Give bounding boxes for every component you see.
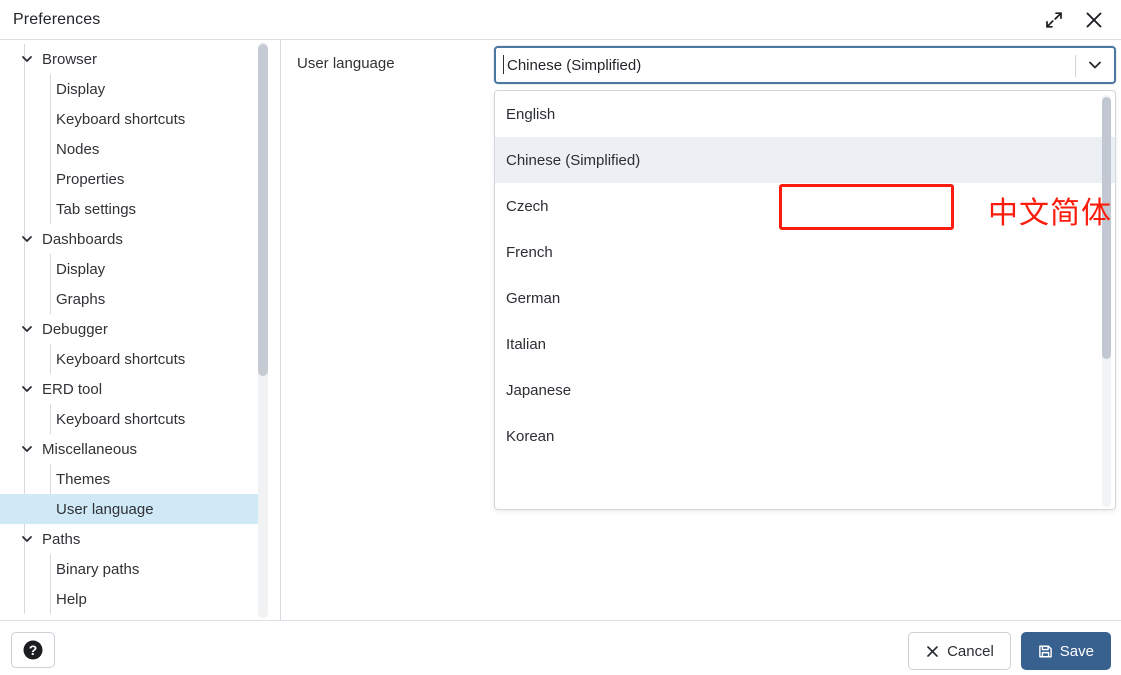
dialog-titlebar: Preferences xyxy=(0,0,1121,40)
preferences-sidebar: Browser Display Keyboard shortcuts Nodes Pro… xyxy=(0,40,280,620)
sidebar-item-user-language[interactable]: User language xyxy=(0,494,262,524)
cancel-button[interactable]: Cancel xyxy=(908,632,1011,670)
close-icon xyxy=(927,645,938,657)
save-icon xyxy=(1038,645,1052,657)
dropdown-option-label: Japanese xyxy=(506,381,572,399)
sidebar-item-themes[interactable]: Themes xyxy=(0,464,262,494)
dropdown-scrollbar-thumb[interactable] xyxy=(1102,97,1111,359)
dropdown-option-label: Chinese (Simplified) xyxy=(506,151,641,169)
sidebar-item-label: Keyboard shortcuts xyxy=(56,350,186,368)
svg-text:?: ? xyxy=(29,642,38,658)
sidebar-item-paths[interactable]: Paths xyxy=(0,524,262,554)
sidebar-item-graphs[interactable]: Graphs xyxy=(0,284,262,314)
user-language-combobox[interactable]: Chinese (Simplified) xyxy=(494,46,1116,84)
preferences-dialog: Preferences Browser Display Keyboard short… xyxy=(0,0,1121,675)
chevron-down-icon[interactable] xyxy=(20,382,34,396)
chevron-down-icon[interactable] xyxy=(20,442,34,456)
sidebar-item-browser[interactable]: Browser xyxy=(0,44,262,74)
dropdown-option[interactable]: Korean xyxy=(495,413,1115,459)
user-language-label: User language xyxy=(297,55,395,72)
sidebar-item-label: Tab settings xyxy=(56,200,137,218)
sidebar-item-display[interactable]: Display xyxy=(0,74,262,104)
sidebar-item-display[interactable]: Display xyxy=(0,254,262,284)
question-mark-icon: ? xyxy=(23,640,43,660)
dropdown-option-label: Korean xyxy=(506,427,555,445)
sidebar-item-label: Miscellaneous xyxy=(42,440,138,458)
sidebar-item-debugger[interactable]: Debugger xyxy=(0,314,262,344)
dropdown-option-list: English Chinese (Simplified) Czech French Ge… xyxy=(495,91,1115,509)
sidebar-item-keyboard-shortcuts[interactable]: Keyboard shortcuts xyxy=(0,104,262,134)
dropdown-option[interactable]: French xyxy=(495,229,1115,275)
language-dropdown-menu: English Chinese (Simplified) Czech French Ge… xyxy=(494,90,1116,510)
sidebar-item-label: Graphs xyxy=(56,290,106,308)
dialog-title: Preferences xyxy=(13,10,101,28)
dropdown-option-label: German xyxy=(506,289,561,307)
sidebar-item-label: Display xyxy=(56,260,106,278)
dialog-footer: ? Cancel Save CSDN @青青小白 成长之路 xyxy=(0,620,1121,675)
sidebar-item-label: Binary paths xyxy=(56,560,140,578)
expand-arrows-icon[interactable] xyxy=(1037,3,1071,37)
dropdown-option[interactable]: Italian xyxy=(495,321,1115,367)
sidebar-item-label: Properties xyxy=(56,170,125,188)
dropdown-option-label: English xyxy=(506,105,556,123)
sidebar-item-tab-settings[interactable]: Tab settings xyxy=(0,194,262,224)
sidebar-item-label: Nodes xyxy=(56,140,100,158)
sidebar-item-label: Keyboard shortcuts xyxy=(56,410,186,428)
dialog-body: Browser Display Keyboard shortcuts Nodes Pro… xyxy=(0,40,1121,620)
sidebar-item-keyboard-shortcuts[interactable]: Keyboard shortcuts xyxy=(0,404,262,434)
dropdown-option[interactable]: German xyxy=(495,275,1115,321)
preferences-tree: Browser Display Keyboard shortcuts Nodes Pro… xyxy=(0,40,262,614)
dropdown-option-label: Italian xyxy=(506,335,547,353)
sidebar-item-label: Help xyxy=(56,590,87,608)
sidebar-item-nodes[interactable]: Nodes xyxy=(0,134,262,164)
close-icon[interactable] xyxy=(1077,3,1111,37)
save-button-label: Save xyxy=(1059,642,1094,660)
titlebar-actions xyxy=(1037,3,1121,37)
dropdown-option[interactable]: Czech xyxy=(495,183,1115,229)
save-button[interactable]: Save xyxy=(1020,632,1111,670)
chevron-down-icon[interactable] xyxy=(20,322,34,336)
sidebar-item-help[interactable]: Help xyxy=(0,584,262,614)
sidebar-item-keyboard-shortcuts[interactable]: Keyboard shortcuts xyxy=(0,344,262,374)
chevron-down-icon[interactable] xyxy=(20,532,34,546)
sidebar-item-label: Display xyxy=(56,80,106,98)
sidebar-item-erd-tool[interactable]: ERD tool xyxy=(0,374,262,404)
dropdown-option[interactable]: Japanese xyxy=(495,367,1115,413)
chevron-down-icon[interactable] xyxy=(20,52,34,66)
sidebar-item-label: Keyboard shortcuts xyxy=(56,110,186,128)
dropdown-option[interactable]: English xyxy=(495,91,1115,137)
chevron-down-icon[interactable] xyxy=(1085,55,1105,75)
sidebar-item-binary-paths[interactable]: Binary paths xyxy=(0,554,262,584)
dropdown-option-label: Czech xyxy=(506,197,549,215)
sidebar-item-label: User language xyxy=(56,500,154,518)
sidebar-item-miscellaneous[interactable]: Miscellaneous xyxy=(0,434,262,464)
sidebar-item-properties[interactable]: Properties xyxy=(0,164,262,194)
dropdown-option-label: French xyxy=(506,243,553,261)
chevron-down-icon[interactable] xyxy=(20,232,34,246)
footer-actions: Cancel Save xyxy=(908,632,1111,670)
dropdown-option[interactable]: Chinese (Simplified) xyxy=(495,137,1115,183)
combobox-value: Chinese (Simplified) xyxy=(502,54,642,74)
sidebar-item-label: Themes xyxy=(56,470,111,488)
sidebar-item-dashboards[interactable]: Dashboards xyxy=(0,224,262,254)
cancel-button-label: Cancel xyxy=(947,642,994,660)
help-button[interactable]: ? xyxy=(11,632,55,668)
combobox-separator xyxy=(1075,55,1076,77)
preferences-content: User language Chinese (Simplified) Engli… xyxy=(281,40,1121,620)
sidebar-scrollbar-thumb[interactable] xyxy=(258,44,268,376)
